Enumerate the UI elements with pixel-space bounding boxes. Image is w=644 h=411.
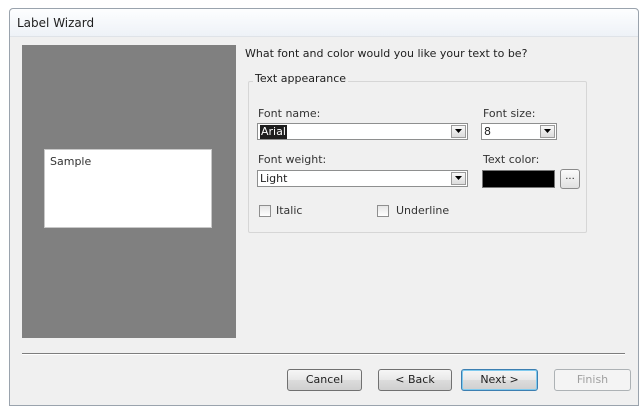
- text-appearance-label: Text appearance: [253, 72, 349, 85]
- font-size-label: Font size:: [483, 107, 536, 120]
- font-size-dropdown-button[interactable]: [540, 125, 555, 138]
- font-name-combo[interactable]: Arial: [257, 123, 468, 140]
- back-button[interactable]: < Back: [378, 369, 452, 391]
- finish-button[interactable]: Finish: [554, 369, 631, 391]
- text-color-label: Text color:: [483, 153, 540, 166]
- preview-pane: Sample: [22, 45, 236, 338]
- font-name-label: Font name:: [258, 107, 321, 120]
- font-weight-value: Light: [260, 172, 288, 185]
- title-bar: Label Wizard: [10, 9, 638, 37]
- window-title: Label Wizard: [17, 16, 95, 30]
- font-size-combo[interactable]: 8: [481, 123, 557, 140]
- underline-label[interactable]: Underline: [396, 204, 449, 217]
- chevron-down-icon: [455, 129, 462, 133]
- font-name-dropdown-button[interactable]: [451, 125, 466, 138]
- cancel-button[interactable]: Cancel: [287, 369, 362, 391]
- italic-label[interactable]: Italic: [276, 204, 302, 217]
- font-weight-label: Font weight:: [258, 153, 327, 166]
- color-picker-button[interactable]: ...: [560, 169, 580, 189]
- font-name-value: Arial: [260, 125, 287, 139]
- next-button[interactable]: Next >: [461, 369, 538, 391]
- font-weight-dropdown-button[interactable]: [451, 172, 466, 185]
- prompt-text: What font and color would you like your …: [245, 47, 528, 60]
- italic-checkbox[interactable]: [259, 205, 271, 217]
- sample-text: Sample: [50, 155, 92, 168]
- font-weight-combo[interactable]: Light: [257, 170, 468, 187]
- sample-box: Sample: [44, 149, 212, 228]
- chevron-down-icon: [544, 129, 551, 133]
- footer-separator: [22, 353, 625, 355]
- chevron-down-icon: [455, 176, 462, 180]
- text-color-swatch[interactable]: [482, 170, 555, 188]
- font-size-value: 8: [484, 125, 491, 138]
- underline-checkbox[interactable]: [377, 205, 389, 217]
